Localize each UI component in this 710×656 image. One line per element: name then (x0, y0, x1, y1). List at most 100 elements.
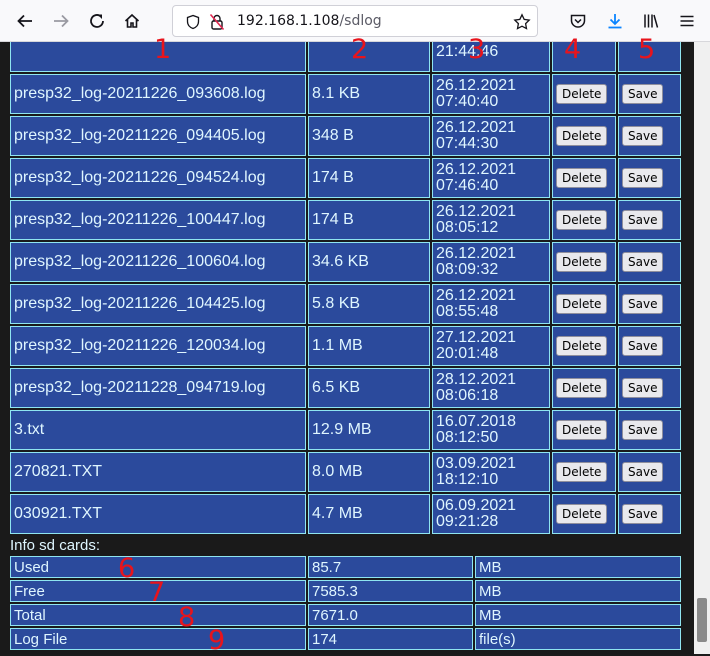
save-button[interactable]: Save (622, 168, 664, 188)
file-time: 07:44:30 (436, 135, 499, 152)
file-name: presp32_log-20211228_094719.log (10, 368, 306, 408)
info-unit: MB (475, 604, 681, 626)
save-button[interactable]: Save (622, 84, 664, 104)
file-name: 030921.TXT (10, 494, 306, 534)
annotation-number: 1 (154, 34, 172, 65)
scrollbar-track[interactable] (694, 42, 710, 654)
save-cell: Save (618, 452, 681, 492)
file-datetime: 26.12.2021 07:46:40 (432, 158, 550, 198)
delete-button[interactable]: Delete (556, 294, 608, 314)
back-button[interactable] (13, 9, 37, 33)
downloads-button[interactable] (603, 9, 627, 33)
page-content: 21:44:46 presp32_log-20211226_093608.log 8… (0, 42, 694, 654)
info-unit: MB (475, 580, 681, 602)
save-button[interactable]: Save (622, 378, 664, 398)
file-row: 030921.TXT 4.7 MB 06.09.2021 09:21:28 Delete… (10, 494, 681, 534)
info-title: Info sd cards: (10, 537, 101, 554)
delete-cell: Delete (552, 200, 616, 240)
save-cell: Save (618, 368, 681, 408)
file-size (308, 42, 430, 72)
save-button[interactable]: Save (622, 126, 664, 146)
file-date: 28.12.2021 (436, 371, 517, 388)
file-name: presp32_log-20211226_093608.log (10, 74, 306, 114)
delete-button[interactable]: Delete (556, 420, 608, 440)
save-button[interactable]: Save (622, 210, 664, 230)
url-bar[interactable]: 192.168.1.108/sdlog (172, 5, 538, 37)
file-row: presp32_log-20211226_094524.log 174 B 26.1… (10, 158, 681, 198)
file-name: presp32_log-20211226_104425.log (10, 284, 306, 324)
file-row: 270821.TXT 8.0 MB 03.09.2021 18:12:10 Delete… (10, 452, 681, 492)
file-row: presp32_log-20211226_094405.log 348 B 26.1… (10, 116, 681, 156)
file-datetime: 21:44:46 (432, 42, 550, 72)
library-button[interactable] (639, 9, 663, 33)
back-arrow-icon (17, 14, 32, 28)
delete-cell: Delete (552, 410, 616, 450)
delete-button[interactable]: Delete (556, 462, 608, 482)
save-cell: Save (618, 410, 681, 450)
save-cell: Save (618, 74, 681, 114)
delete-cell: Delete (552, 494, 616, 534)
save-cell: Save (618, 200, 681, 240)
file-size: 174 B (308, 158, 430, 198)
delete-button[interactable]: Delete (556, 378, 608, 398)
forward-button[interactable] (49, 9, 73, 33)
save-button[interactable]: Save (622, 462, 664, 482)
delete-button[interactable]: Delete (556, 336, 608, 356)
info-unit: MB (475, 556, 681, 578)
scrollbar-thumb[interactable] (697, 598, 707, 642)
save-cell: Save (618, 494, 681, 534)
menu-icon (680, 15, 694, 27)
star-icon[interactable] (513, 13, 531, 31)
file-date: 26.12.2021 (436, 203, 517, 220)
file-row: presp32_log-20211226_100604.log 34.6 KB 26… (10, 242, 681, 282)
file-date: 26.12.2021 (436, 77, 517, 94)
file-row: 3.txt 12.9 MB 16.07.2018 08:12:50 Delete Save (10, 410, 681, 450)
file-date: 03.09.2021 (436, 455, 517, 472)
delete-button[interactable]: Delete (556, 504, 608, 524)
save-button[interactable]: Save (622, 336, 664, 356)
download-icon (608, 14, 622, 29)
pocket-button[interactable] (566, 9, 590, 33)
menu-button[interactable] (675, 9, 699, 33)
delete-button[interactable]: Delete (556, 210, 608, 230)
file-size: 4.7 MB (308, 494, 430, 534)
home-button[interactable] (120, 9, 144, 33)
info-row: Free 7585.3 MB (10, 580, 681, 602)
file-time: 08:09:32 (436, 261, 499, 278)
url-text[interactable]: 192.168.1.108/sdlog (237, 13, 382, 29)
delete-button[interactable]: Delete (556, 84, 608, 104)
file-size: 348 B (308, 116, 430, 156)
file-name: 3.txt (10, 410, 306, 450)
file-time: 07:46:40 (436, 177, 499, 194)
delete-cell: Delete (552, 326, 616, 366)
file-date: 16.07.2018 (436, 413, 517, 430)
delete-button[interactable]: Delete (556, 126, 608, 146)
url-host: 192.168.1.108 (237, 13, 340, 29)
file-time: 08:55:48 (436, 303, 499, 320)
info-value: 7585.3 (308, 580, 473, 602)
file-date: 26.12.2021 (436, 245, 517, 262)
save-button[interactable]: Save (622, 420, 664, 440)
file-date: 06.09.2021 (436, 497, 517, 514)
delete-button[interactable]: Delete (556, 252, 608, 272)
delete-cell: Delete (552, 452, 616, 492)
save-button[interactable]: Save (622, 294, 664, 314)
insecure-lock-icon (209, 13, 225, 31)
file-date: 27.12.2021 (436, 329, 517, 346)
forward-arrow-icon (54, 14, 69, 28)
file-datetime: 26.12.2021 07:40:40 (432, 74, 550, 114)
file-time: 08:05:12 (436, 219, 499, 236)
file-name: presp32_log-20211226_094524.log (10, 158, 306, 198)
file-size: 8.1 KB (308, 74, 430, 114)
info-row: Used 85.7 MB (10, 556, 681, 578)
delete-button[interactable]: Delete (556, 168, 608, 188)
annotation-number: 2 (351, 34, 369, 65)
shield-icon (186, 14, 200, 30)
file-time: 20:01:48 (436, 345, 499, 362)
reload-button[interactable] (85, 9, 109, 33)
delete-cell: Delete (552, 158, 616, 198)
save-button[interactable]: Save (622, 504, 664, 524)
info-row: Total 7671.0 MB (10, 604, 681, 626)
save-button[interactable]: Save (622, 252, 664, 272)
file-date: 26.12.2021 (436, 287, 517, 304)
